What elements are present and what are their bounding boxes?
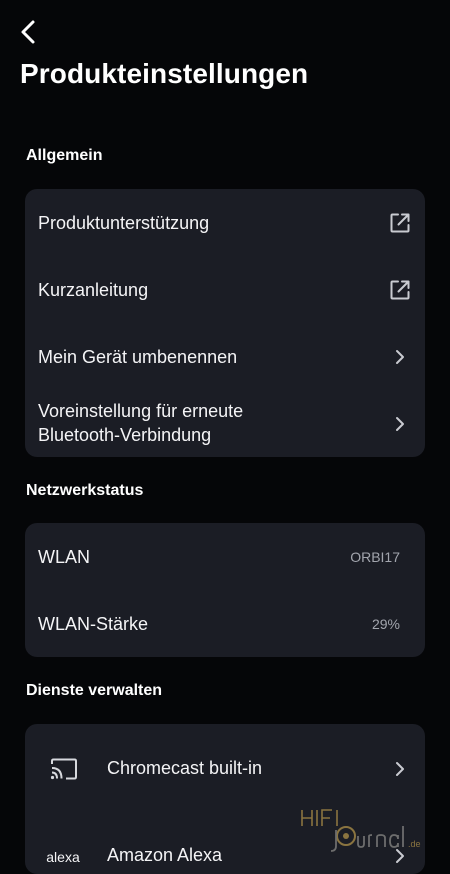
quick-guide-label: Kurzanleitung [38, 279, 149, 300]
rename-device-item[interactable]: Mein Gerät umbenennen [25, 323, 425, 390]
quick-guide-item[interactable]: Kurzanleitung [25, 256, 425, 323]
bluetooth-reconnect-label-line2: Bluetooth-Verbindung [38, 425, 212, 445]
bluetooth-reconnect-label-line1: Voreinstellung für erneute [38, 401, 244, 421]
svg-text:.de: .de [408, 839, 421, 849]
alexa-logo: alexa [43, 843, 83, 871]
product-support-item[interactable]: Produktunterstützung [25, 189, 425, 256]
chevron-right-icon [388, 412, 412, 436]
external-link-icon [388, 278, 412, 302]
alexa-label: Amazon Alexa [107, 845, 223, 865]
general-card: Produktunterstützung Kurzanleitung Mein … [25, 189, 425, 457]
wlan-label: WLAN [38, 546, 91, 567]
page-title: Produkteinstellungen [20, 58, 309, 89]
product-support-label: Produktunterstützung [38, 212, 210, 233]
external-link-icon [388, 211, 412, 235]
chromecast-label: Chromecast built-in [107, 758, 263, 778]
wlan-strength-item: WLAN-Stärke 29% [25, 590, 425, 657]
rename-device-label: Mein Gerät umbenennen [38, 346, 238, 367]
wlan-strength-value: 29% [371, 615, 400, 632]
network-card: WLAN ORBI17 WLAN-Stärke 29% [25, 523, 425, 657]
section-title-network: Netzwerkstatus [26, 482, 144, 499]
section-title-services: Dienste verwalten [26, 682, 163, 699]
chevron-left-icon [21, 20, 35, 44]
chromecast-item[interactable]: Chromecast built-in [25, 724, 425, 813]
wlan-item: WLAN ORBI17 [25, 523, 425, 590]
section-title-general: Allgemein [26, 147, 103, 164]
wlan-value: ORBI17 [350, 548, 400, 565]
bluetooth-reconnect-label: Voreinstellung für erneute Bluetooth-Ver… [38, 399, 243, 447]
cast-icon [47, 755, 81, 783]
back-button[interactable] [12, 14, 44, 50]
bluetooth-reconnect-item[interactable]: Voreinstellung für erneute Bluetooth-Ver… [25, 390, 425, 457]
wlan-strength-label: WLAN-Stärke [38, 613, 149, 634]
chevron-right-icon [388, 345, 412, 369]
hifi-journal-watermark: .de [301, 809, 421, 852]
alexa-logo-text: alexa [46, 849, 80, 865]
chevron-right-icon [388, 757, 412, 781]
